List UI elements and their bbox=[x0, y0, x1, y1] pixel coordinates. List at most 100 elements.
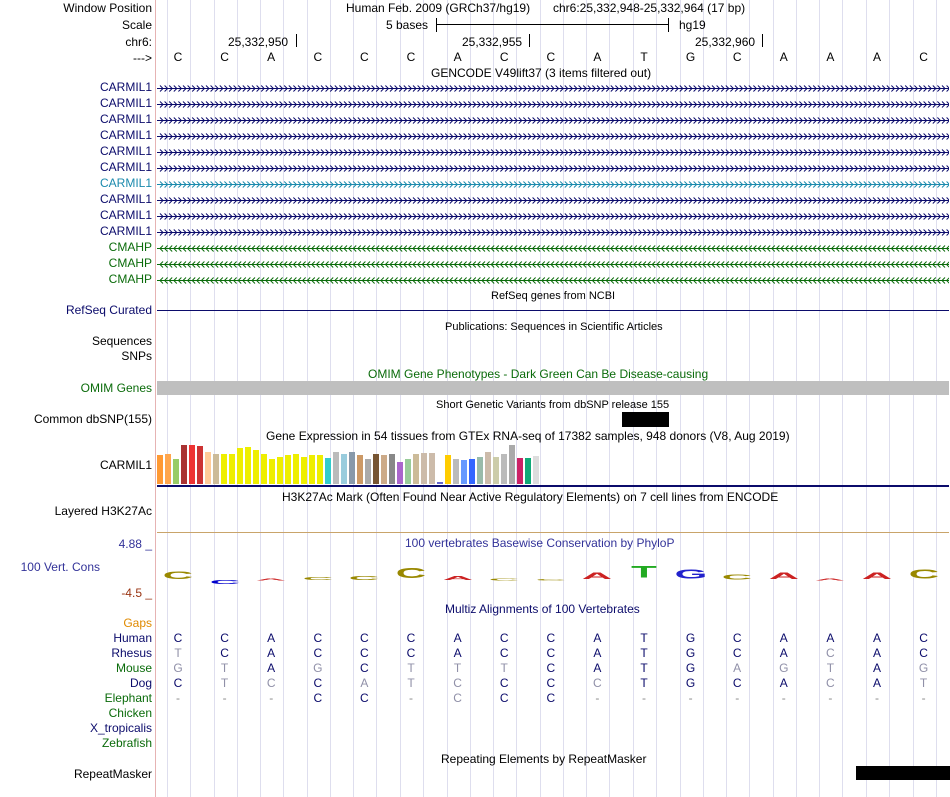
omim-gene-bar[interactable] bbox=[157, 381, 949, 395]
tissue-expression-bar[interactable] bbox=[381, 455, 387, 484]
species-label-mouse[interactable]: Mouse bbox=[116, 661, 152, 676]
tissue-expression-bar[interactable] bbox=[213, 454, 219, 484]
tissue-expression-bar[interactable] bbox=[517, 458, 523, 484]
tissue-expression-bar[interactable] bbox=[445, 455, 451, 484]
tissue-expression-bar[interactable] bbox=[229, 454, 235, 484]
alignment-base: C bbox=[173, 676, 183, 690]
tissue-expression-bar[interactable] bbox=[261, 454, 267, 484]
tissue-expression-bar[interactable] bbox=[301, 457, 307, 484]
species-label-dog[interactable]: Dog bbox=[130, 676, 152, 691]
gene-model-carmil1[interactable] bbox=[157, 161, 949, 177]
tissue-expression-bar[interactable] bbox=[181, 445, 187, 484]
tissue-expression-bar[interactable] bbox=[325, 458, 331, 484]
conservation-base-glyph[interactable]: C bbox=[882, 568, 950, 581]
gene-label-carmil1[interactable]: CARMIL1 bbox=[100, 224, 152, 239]
tissue-expression-bar[interactable] bbox=[389, 454, 395, 484]
track-label-refseq[interactable]: RefSeq Curated bbox=[66, 303, 152, 318]
gene-model-carmil1[interactable] bbox=[157, 113, 949, 129]
tissue-expression-bar[interactable] bbox=[157, 455, 163, 484]
track-label-h3k27ac[interactable]: Layered H3K27Ac bbox=[55, 504, 152, 519]
track-label-gtex[interactable]: CARMIL1 bbox=[100, 458, 152, 473]
species-label-human[interactable]: Human bbox=[113, 631, 152, 646]
track-label-sequences[interactable]: Sequences bbox=[92, 334, 152, 349]
gene-label-cmahp[interactable]: CMAHP bbox=[109, 256, 152, 271]
tissue-expression-bar[interactable] bbox=[293, 454, 299, 484]
tissue-expression-bar[interactable] bbox=[205, 452, 211, 484]
gene-label-carmil1[interactable]: CARMIL1 bbox=[100, 144, 152, 159]
track-label-omim[interactable]: OMIM Genes bbox=[81, 381, 152, 396]
tissue-expression-bar[interactable] bbox=[453, 459, 459, 484]
tissue-expression-bar[interactable] bbox=[197, 446, 203, 484]
tissue-expression-bar[interactable] bbox=[485, 452, 491, 484]
tissue-expression-bar[interactable] bbox=[525, 458, 531, 484]
gene-model-carmil1[interactable] bbox=[157, 209, 949, 225]
tissue-expression-bar[interactable] bbox=[437, 482, 443, 484]
tissue-expression-bar[interactable] bbox=[221, 454, 227, 484]
track-label-repeatmasker[interactable]: RepeatMasker bbox=[74, 767, 152, 782]
gene-model-carmil1[interactable] bbox=[157, 193, 949, 209]
gene-model-carmil1[interactable] bbox=[157, 81, 949, 97]
gene-label-carmil1[interactable]: CARMIL1 bbox=[100, 128, 152, 143]
tissue-expression-bar[interactable] bbox=[461, 460, 467, 484]
tissue-expression-bar[interactable] bbox=[341, 454, 347, 484]
track-label-phylop[interactable]: 100 Vert. Cons bbox=[21, 560, 100, 575]
tissue-expression-bar[interactable] bbox=[253, 450, 259, 484]
tissue-expression-bar[interactable] bbox=[317, 455, 323, 484]
tissue-expression-bar[interactable] bbox=[405, 459, 411, 484]
species-label-x_tropicalis[interactable]: X_tropicalis bbox=[90, 721, 152, 736]
gene-model-cmahp[interactable] bbox=[157, 257, 949, 273]
tissue-expression-bar[interactable] bbox=[309, 455, 315, 484]
gene-model-carmil1[interactable] bbox=[157, 145, 949, 161]
track-label-dbsnp[interactable]: Common dbSNP(155) bbox=[34, 412, 152, 427]
tissue-expression-bar[interactable] bbox=[533, 456, 539, 484]
species-label-rhesus[interactable]: Rhesus bbox=[111, 646, 152, 661]
tissue-expression-bar[interactable] bbox=[493, 457, 499, 484]
tissue-expression-bar[interactable] bbox=[501, 454, 507, 484]
tissue-expression-bar[interactable] bbox=[373, 454, 379, 484]
tissue-expression-bar[interactable] bbox=[421, 453, 427, 484]
gene-model-carmil1[interactable] bbox=[157, 177, 949, 193]
tissue-expression-bar[interactable] bbox=[477, 457, 483, 484]
gene-label-carmil1[interactable]: CARMIL1 bbox=[100, 176, 152, 191]
tissue-expression-bar[interactable] bbox=[469, 459, 475, 484]
tissue-expression-bar[interactable] bbox=[365, 459, 371, 484]
gene-label-cmahp[interactable]: CMAHP bbox=[109, 272, 152, 287]
tissue-expression-bar[interactable] bbox=[165, 454, 171, 484]
gene-model-carmil1[interactable] bbox=[157, 97, 949, 113]
tissue-expression-bar[interactable] bbox=[277, 457, 283, 484]
tissue-expression-bar[interactable] bbox=[269, 459, 275, 484]
tissue-expression-bar[interactable] bbox=[333, 452, 339, 484]
gene-label-carmil1[interactable]: CARMIL1 bbox=[100, 112, 152, 127]
gene-model-cmahp[interactable] bbox=[157, 241, 949, 257]
tissue-expression-bar[interactable] bbox=[413, 454, 419, 484]
tissue-expression-bar[interactable] bbox=[189, 445, 195, 484]
gene-label-cmahp[interactable]: CMAHP bbox=[109, 240, 152, 255]
alignment-base: - bbox=[921, 691, 926, 705]
tissue-expression-bar[interactable] bbox=[429, 453, 435, 484]
refseq-gene-line[interactable] bbox=[157, 310, 949, 311]
species-label-chicken[interactable]: Chicken bbox=[109, 706, 152, 721]
gene-label-carmil1[interactable]: CARMIL1 bbox=[100, 160, 152, 175]
tissue-expression-bar[interactable] bbox=[397, 462, 403, 484]
repeat-element[interactable] bbox=[856, 766, 950, 780]
h3k27ac-signal[interactable] bbox=[157, 532, 949, 533]
tissue-expression-bar[interactable] bbox=[245, 447, 251, 484]
gene-label-carmil1[interactable]: CARMIL1 bbox=[100, 80, 152, 95]
gtex-expression-chart[interactable] bbox=[157, 443, 539, 484]
tissue-expression-bar[interactable] bbox=[357, 455, 363, 484]
species-label-zebrafish[interactable]: Zebrafish bbox=[102, 736, 152, 751]
tissue-expression-bar[interactable] bbox=[349, 452, 355, 484]
snp-feature[interactable] bbox=[622, 412, 669, 427]
gene-model-carmil1[interactable] bbox=[157, 225, 949, 241]
gene-label-carmil1[interactable]: CARMIL1 bbox=[100, 96, 152, 111]
gene-model-carmil1[interactable] bbox=[157, 129, 949, 145]
gene-label-carmil1[interactable]: CARMIL1 bbox=[100, 192, 152, 207]
gene-model-cmahp[interactable] bbox=[157, 273, 949, 289]
track-label-snps[interactable]: SNPs bbox=[121, 349, 152, 364]
tissue-expression-bar[interactable] bbox=[173, 459, 179, 484]
tissue-expression-bar[interactable] bbox=[285, 455, 291, 484]
tissue-expression-bar[interactable] bbox=[237, 448, 243, 484]
gene-label-carmil1[interactable]: CARMIL1 bbox=[100, 208, 152, 223]
species-label-elephant[interactable]: Elephant bbox=[105, 691, 152, 706]
tissue-expression-bar[interactable] bbox=[509, 445, 515, 484]
